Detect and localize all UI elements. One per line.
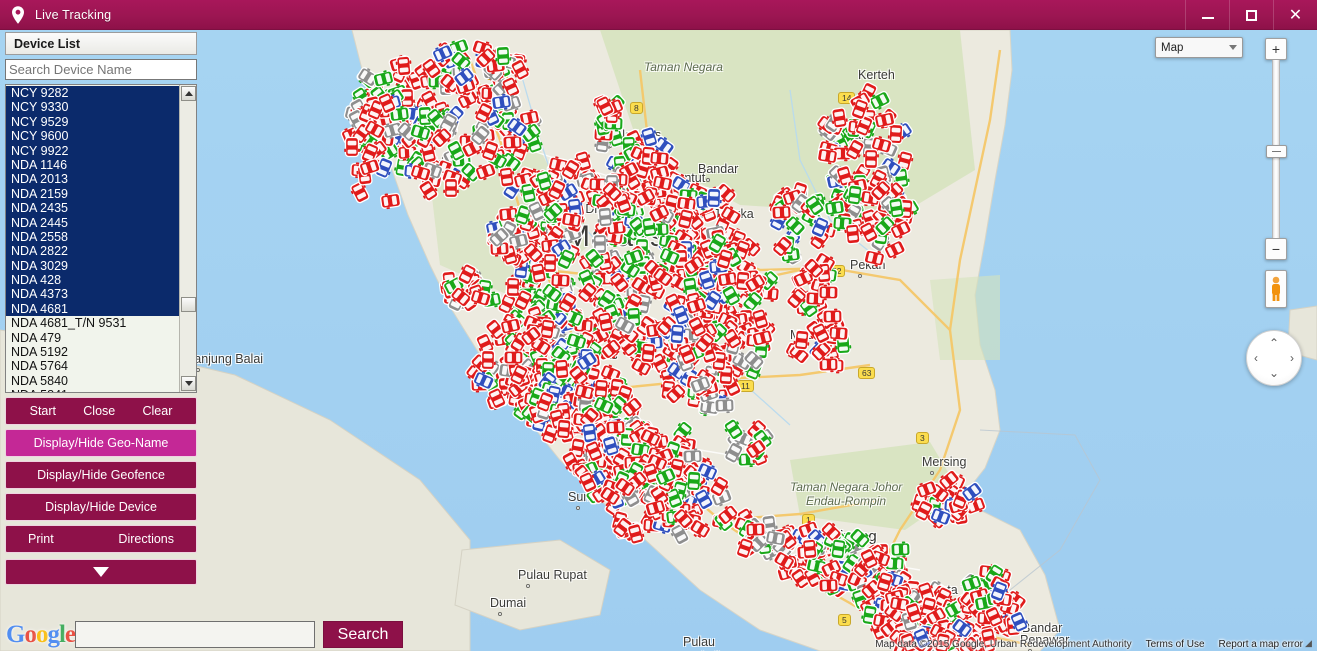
close-button[interactable]: ✕ bbox=[1273, 0, 1317, 30]
report-map-error-link[interactable]: Report a map error bbox=[1219, 639, 1303, 650]
map-search-button[interactable]: Search bbox=[323, 621, 403, 648]
scrollbar-thumb[interactable] bbox=[181, 297, 196, 312]
device-list-item[interactable]: NDA 5840 bbox=[6, 374, 179, 388]
device-list-item[interactable]: NDA 2558 bbox=[6, 229, 179, 245]
logo-char-o1: o bbox=[24, 621, 36, 648]
logo-char-g2: g bbox=[47, 621, 59, 648]
zoom-slider-track[interactable] bbox=[1266, 60, 1287, 238]
plus-icon: + bbox=[1271, 41, 1281, 57]
chevron-down-icon bbox=[1229, 45, 1237, 50]
device-list-item[interactable]: NCY 9529 bbox=[6, 114, 179, 130]
device-list-item[interactable]: NDA 4681_T/N 9531 bbox=[6, 316, 179, 330]
minimize-icon bbox=[1201, 17, 1214, 19]
print-button[interactable]: Print bbox=[28, 532, 54, 546]
street-view-pegman[interactable] bbox=[1265, 270, 1287, 308]
collapse-panel-button[interactable] bbox=[5, 559, 197, 585]
display-hide-geo-name-button[interactable]: Display/Hide Geo-Name bbox=[5, 429, 197, 457]
device-list-item[interactable]: NDA 2445 bbox=[6, 215, 179, 230]
logo-char-e: e bbox=[64, 621, 76, 648]
pan-control[interactable]: ⌃ ⌄ ‹ › bbox=[1246, 330, 1302, 386]
pan-down-icon[interactable]: ⌄ bbox=[1269, 367, 1279, 379]
device-list-item[interactable]: NDA 2435 bbox=[6, 201, 179, 216]
device-list-item[interactable]: NCY 9330 bbox=[6, 100, 179, 115]
pegman-icon bbox=[1272, 276, 1280, 301]
device-list-item[interactable]: NDA 3029 bbox=[6, 258, 179, 274]
zoom-slider-thumb[interactable] bbox=[1266, 145, 1287, 158]
zoom-out-button[interactable]: − bbox=[1265, 238, 1287, 260]
triangle-down-icon bbox=[93, 567, 109, 577]
map-search-bar: Search bbox=[75, 621, 403, 648]
clear-button[interactable]: Clear bbox=[143, 404, 173, 418]
resize-handle-icon[interactable]: ◢ bbox=[1305, 639, 1315, 649]
google-logo: Google bbox=[6, 621, 76, 648]
device-list-item[interactable]: NDA 2013 bbox=[6, 172, 179, 187]
map-type-dropdown[interactable]: Map bbox=[1155, 37, 1243, 58]
directions-button[interactable]: Directions bbox=[118, 532, 174, 546]
device-list-item[interactable]: NDA 1146 bbox=[6, 157, 179, 173]
map-attribution: Map data ©2015 Google, Urban Redevelopme… bbox=[875, 639, 1303, 650]
device-list-item[interactable]: NDA 5841 bbox=[6, 388, 179, 392]
logo-char-o2: o bbox=[35, 621, 48, 648]
terms-of-use-link[interactable]: Terms of Use bbox=[1146, 639, 1205, 650]
close-session-button[interactable]: Close bbox=[83, 404, 115, 418]
map-pin-icon bbox=[12, 5, 24, 24]
device-list-header: Device List bbox=[5, 32, 197, 55]
map-type-label: Map bbox=[1161, 41, 1184, 54]
window-controls: ✕ bbox=[1185, 0, 1317, 30]
close-icon: ✕ bbox=[1288, 7, 1303, 24]
zoom-control[interactable]: + − bbox=[1265, 38, 1287, 260]
pan-up-icon[interactable]: ⌃ bbox=[1269, 337, 1279, 349]
search-device-input[interactable] bbox=[5, 59, 197, 80]
device-list-box[interactable]: NCY 9282 NCY 9330 NCY 9529 NCY 9600 NCY 9922… bbox=[5, 84, 197, 393]
device-list-scrollbar[interactable] bbox=[179, 85, 196, 392]
live-tracking-window: Live Tracking ✕ Taman Negara Kerteh Kual… bbox=[0, 0, 1317, 651]
logo-char-g1: G bbox=[6, 621, 25, 648]
attribution-text: Map data ©2015 Google, Urban Redevelopme… bbox=[875, 639, 1132, 650]
print-directions-row[interactable]: Print Directions bbox=[5, 525, 197, 553]
device-list-item[interactable]: NDA 428 bbox=[6, 273, 179, 288]
device-list[interactable]: NCY 9282 NCY 9330 NCY 9529 NCY 9600 NCY 9922… bbox=[6, 85, 179, 392]
minimize-button[interactable] bbox=[1185, 0, 1229, 30]
device-panel: Device List NCY 9282NCY 9330NCY 9529NCY … bbox=[0, 30, 202, 621]
display-hide-geofence-button[interactable]: Display/Hide Geofence bbox=[5, 461, 197, 489]
maximize-button[interactable] bbox=[1229, 0, 1273, 30]
triangle-up-icon bbox=[184, 91, 193, 96]
pan-left-icon[interactable]: ‹ bbox=[1254, 352, 1258, 364]
maximize-icon bbox=[1246, 9, 1257, 21]
scroll-down-button[interactable] bbox=[181, 376, 196, 391]
minus-icon: − bbox=[1271, 241, 1281, 257]
device-list-item[interactable]: NDA 2159 bbox=[6, 186, 179, 202]
map-search-input[interactable] bbox=[75, 621, 315, 648]
title-bar: Live Tracking ✕ bbox=[0, 0, 1317, 30]
panel-buttons: Start Close Clear Display/Hide Geo-Name … bbox=[5, 397, 197, 553]
device-list-item[interactable]: NCY 9600 bbox=[6, 129, 179, 144]
device-list-item[interactable]: NDA 4681 bbox=[6, 301, 179, 317]
device-list-item[interactable]: NDA 4373 bbox=[6, 287, 179, 302]
window-title: Live Tracking bbox=[35, 7, 112, 22]
scroll-up-button[interactable] bbox=[181, 86, 196, 101]
device-list-item[interactable]: NDA 479 bbox=[6, 331, 179, 345]
device-list-item[interactable]: NCY 9282 bbox=[6, 86, 179, 101]
device-list-item[interactable]: NDA 5764 bbox=[6, 359, 179, 373]
device-list-item[interactable]: NDA 5192 bbox=[6, 345, 179, 359]
zoom-in-button[interactable]: + bbox=[1265, 38, 1287, 60]
triangle-down-icon bbox=[184, 381, 193, 386]
action-row-button[interactable]: Start Close Clear bbox=[5, 397, 197, 425]
device-list-item[interactable]: NDA 2822 bbox=[6, 244, 179, 259]
start-button[interactable]: Start bbox=[30, 404, 56, 418]
pan-right-icon[interactable]: › bbox=[1290, 352, 1294, 364]
display-hide-device-button[interactable]: Display/Hide Device bbox=[5, 493, 197, 521]
device-list-item[interactable]: NCY 9922 bbox=[6, 143, 179, 158]
